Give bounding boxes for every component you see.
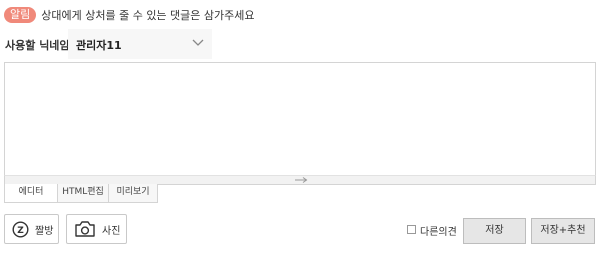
emoticon-button[interactable]: Z 짤방 — [4, 214, 59, 244]
chevron-down-icon — [192, 39, 204, 46]
resize-handle-icon[interactable] — [294, 176, 308, 184]
secret-checkbox-label: 다른의견 — [420, 227, 457, 238]
save-button[interactable]: 저장 — [463, 218, 526, 244]
save-recommend-button[interactable]: 저장+추천 — [531, 218, 595, 244]
svg-text:Z: Z — [17, 226, 24, 236]
notice-badge: 알림 — [4, 6, 37, 23]
emoticon-icon: Z — [12, 220, 29, 238]
comment-editor[interactable] — [4, 62, 596, 185]
tab-html-edit[interactable]: HTML편집 — [57, 184, 109, 203]
photo-button-label: 사진 — [102, 225, 121, 237]
secret-checkbox[interactable] — [407, 225, 416, 234]
nickname-select[interactable]: 관리자11 — [68, 29, 212, 59]
nickname-value: 관리자11 — [76, 39, 122, 52]
notice-text: 상대에게 상처를 줄 수 있는 댓글은 삼가주세요 — [41, 8, 255, 22]
camera-icon — [75, 221, 95, 237]
tab-preview[interactable]: 미리보기 — [108, 184, 158, 203]
photo-button[interactable]: 사진 — [66, 214, 127, 244]
editor-mode-tabs: 에디터 HTML편집 미리보기 — [4, 184, 158, 203]
tab-editor[interactable]: 에디터 — [4, 184, 58, 203]
notice-bar: 알림 상대에게 상처를 줄 수 있는 댓글은 삼가주세요 — [4, 6, 255, 23]
emoticon-button-label: 짤방 — [35, 225, 54, 237]
nickname-label: 사용할 닉네임: — [5, 39, 74, 52]
